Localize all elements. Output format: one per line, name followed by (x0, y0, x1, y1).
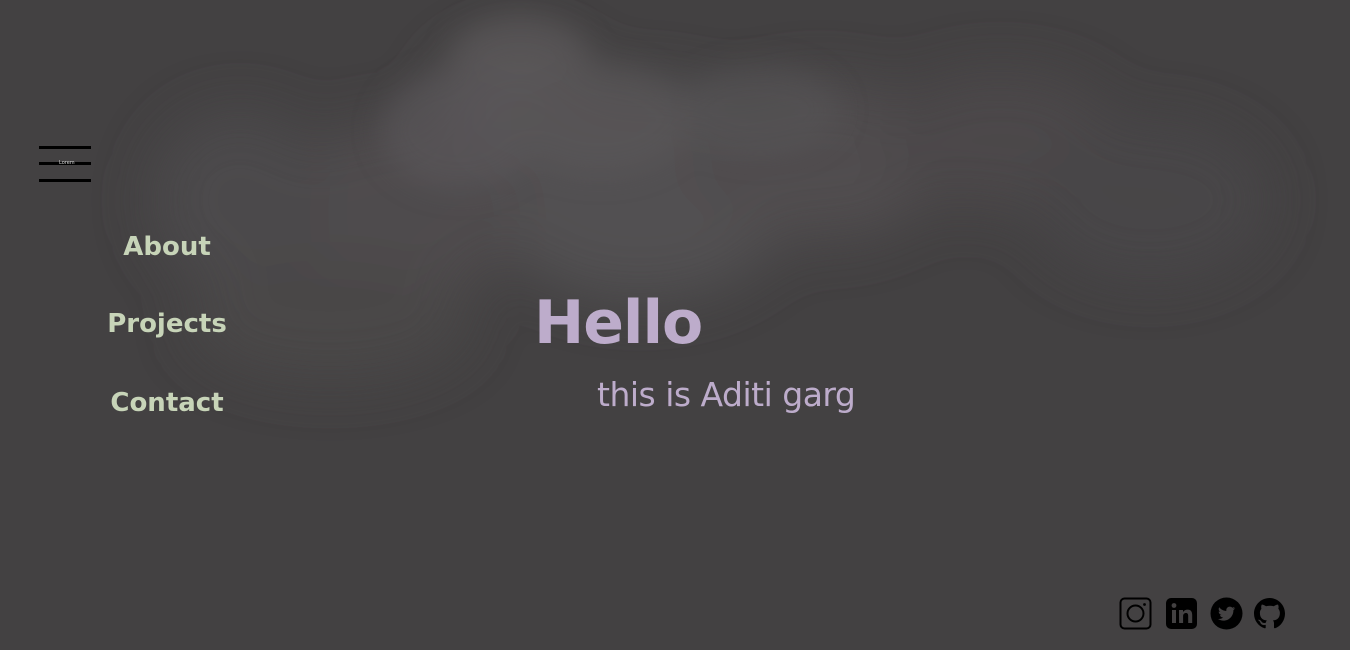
github-icon[interactable] (1253, 597, 1286, 630)
menu-tiny-label: Lorem (59, 160, 75, 166)
menu-bar-top (39, 146, 91, 149)
twitter-icon[interactable] (1210, 597, 1243, 630)
nav-link-contact[interactable]: Contact (110, 388, 223, 418)
hero-subtitle: this is Aditi garg (597, 375, 856, 414)
hamburger-menu-icon[interactable]: Lorem (39, 145, 92, 183)
social-links (1119, 597, 1289, 632)
menu-bar-bottom (39, 179, 91, 182)
nav-link-projects[interactable]: Projects (107, 309, 227, 339)
nav-link-about[interactable]: About (123, 232, 211, 262)
linkedin-icon[interactable] (1165, 597, 1198, 630)
instagram-icon[interactable] (1119, 597, 1152, 630)
hero-title: Hello (534, 288, 703, 358)
